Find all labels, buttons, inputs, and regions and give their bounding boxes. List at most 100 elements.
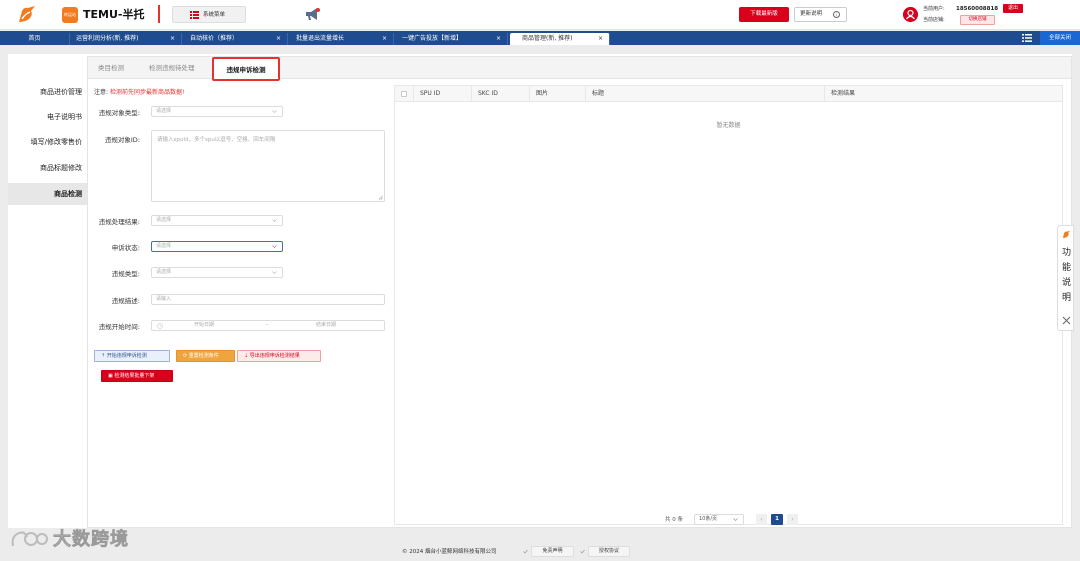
object-id-placeholder: 请输入spuId，多个spu以逗号、空格、回车间隔 [157,137,276,143]
next-page-button[interactable]: › [787,514,798,525]
sidebar: 商品进价管理 电子说明书 填写/修改零售价 商品标题修改 商品检测 [8,54,88,528]
chevron-down-icon [272,271,277,274]
sidebar-item-title-edit[interactable]: 商品标题修改 [8,157,88,179]
subtab-violation-pending[interactable]: 检测违规待处理 [149,57,195,79]
watermark-text: 大数跨境 [53,529,129,551]
top-header: 转运站 TEMU-半托 系统菜单 下载最新版 更新说明 i 当前用户: 1856… [0,0,1080,30]
bird-logo-icon [19,6,35,22]
empty-table-text: 暂无数据 [716,122,741,129]
list-menu-icon [190,11,199,19]
copyright-text: © 2024 烟台小蓝鲸网络科技有限公司 [402,549,497,555]
end-date-placeholder: 结束日期 [316,322,337,328]
violation-type-select[interactable]: 请选择 [151,267,283,278]
content-area: 类目检测 检测违规待处理 违规申诉检测 注意: 检测前先同步最新商品数据! 违规… [87,56,1072,528]
chevron-down-icon [272,110,277,113]
checkmark-icon [523,549,528,554]
start-appeal-check-button[interactable]: ⇡ 开始违规申诉检测 [94,350,170,362]
license-link[interactable]: 授权协议 [588,546,630,557]
tab-product-management[interactable]: 商品管理(新, 推荐) × [510,33,610,45]
sidebar-item-purchase-price[interactable]: 商品进价管理 [8,81,88,103]
footer: © 2024 烟台小蓝鲸网络科技有限公司 免责声明 授权协议 [0,544,1080,561]
hamburger-menu-icon[interactable] [1022,34,1032,42]
appeal-status-placeholder: 请选择 [156,243,172,249]
start-date-placeholder: 开始日期 [194,322,215,328]
column-header-title: 标题 [585,86,824,102]
feature-help-char: 能 [1061,263,1071,273]
tab-label: 运营利润分析(新, 推荐) [76,35,139,42]
violation-type-placeholder: 请选择 [156,269,172,275]
sidebar-item-product-check[interactable]: 商品检测 [8,183,88,205]
reset-conditions-label: 重置检测条件 [188,353,219,359]
select-all-checkbox[interactable] [401,91,407,97]
tab-batch-exit-traffic[interactable]: 批量退出流量增长 × [290,33,394,45]
column-header-image: 图片 [529,86,585,102]
handle-result-select[interactable]: 请选择 [151,215,283,226]
close-icon[interactable]: × [170,33,175,45]
description-label: 违规描述: [111,297,140,305]
results-table: SPU ID SKC ID 图片 标题 检测结果 暂无数据 共 0 条 10条/… [394,85,1063,525]
description-placeholder: 请输入 [156,296,172,302]
handle-result-label: 违规处理结果: [98,218,140,226]
feature-help-panel[interactable]: 功 能 说 明 [1057,225,1074,331]
tab-ad-placement[interactable]: 一键广告投放【新增】 × [396,33,508,45]
description-input[interactable]: 请输入 [151,294,385,305]
page-size-value: 10条/页 [699,516,718,522]
sidebar-item-retail-price[interactable]: 填写/修改零售价 [8,131,88,153]
handle-result-placeholder: 请选择 [156,217,172,223]
switch-store-button[interactable]: 切换店铺 [960,15,995,25]
object-id-textarea[interactable]: 请输入spuId，多个spu以逗号、空格、回车间隔 [151,130,385,202]
system-menu-button[interactable]: 系统菜单 [172,6,246,23]
update-notes-button[interactable]: 更新说明 i [794,7,847,22]
tab-profit-analysis[interactable]: 运营利润分析(新, 推荐) × [70,33,182,45]
feature-help-char: 明 [1061,293,1071,303]
page-size-select[interactable]: 10条/页 [694,514,744,525]
resize-grip-icon[interactable] [378,195,383,200]
batch-delist-label: 检测结果批量下架 [114,373,155,379]
disclaimer-link[interactable]: 免责声明 [531,546,574,557]
current-user-value: 18560008818 [956,6,999,12]
close-icon[interactable]: × [382,33,387,45]
tab-home[interactable]: 首页 [0,33,70,45]
update-notes-label: 更新说明 [800,11,823,17]
start-time-date-range[interactable]: 开始日期 - 结束日期 [151,320,385,331]
pagination: 共 0 条 10条/页 ‹ 1 › [649,514,1062,526]
tab-label: 首页 [28,35,41,42]
close-icon[interactable]: × [598,33,603,45]
bird-logo-icon [1062,230,1071,238]
object-type-label: 违规对象类型: [98,109,140,117]
current-user-label: 当前用户: [923,6,945,12]
chevron-down-icon [272,245,277,248]
sidebar-item-e-manual[interactable]: 电子说明书 [8,106,88,128]
tab-label: 商品管理(新, 推荐) [522,35,573,42]
prev-page-button[interactable]: ‹ [756,514,767,525]
violation-type-label: 违规类型: [111,270,140,278]
export-results-button[interactable]: ⇣ 导出违规申诉检测结果 [237,350,321,362]
subtab-category-check[interactable]: 类目检测 [98,57,124,79]
batch-delist-button[interactable]: ▣ 检测结果批量下架 [101,370,173,382]
close-icon[interactable]: × [496,33,501,45]
download-latest-button[interactable]: 下载最新版 [739,7,789,22]
close-icon[interactable] [1062,316,1071,325]
object-type-select[interactable]: 请选择 [151,106,283,117]
close-icon[interactable]: × [276,33,281,45]
column-header-spu-id: SPU ID [413,86,471,102]
start-time-label: 违规开始时间: [98,323,140,331]
main-panel: 商品进价管理 电子说明书 填写/修改零售价 商品标题修改 商品检测 类目检测 检… [8,54,1072,528]
reset-conditions-button[interactable]: ⟳ 重置检测条件 [176,350,235,362]
pagination-total: 共 0 条 [665,517,683,523]
close-all-tabs-button[interactable]: 全部关闭 [1040,31,1080,45]
tab-auto-pricing[interactable]: 自动核价（推荐） × [184,33,288,45]
logout-button[interactable]: 退出 [1003,4,1023,13]
notice-prefix: 注意: [94,89,109,96]
object-id-label: 违规对象ID: [104,136,140,144]
user-avatar-icon[interactable] [903,7,918,22]
current-store-label: 当前店铺: [923,17,945,23]
subtab-appeal-check[interactable]: 违规申诉检测 [212,57,280,81]
clock-icon [157,323,163,329]
appeal-status-select[interactable]: 请选择 [151,241,283,252]
current-page-button[interactable]: 1 [771,514,783,525]
announcement-megaphone-icon[interactable] [304,7,321,22]
page-tab-bar: 首页 运营利润分析(新, 推荐) × 自动核价（推荐） × 批量退出流量增长 ×… [0,31,1080,45]
feature-help-label: 功 能 说 明 [1061,246,1072,306]
notice-text: 注意: 检测前先同步最新商品数据! [94,87,184,96]
